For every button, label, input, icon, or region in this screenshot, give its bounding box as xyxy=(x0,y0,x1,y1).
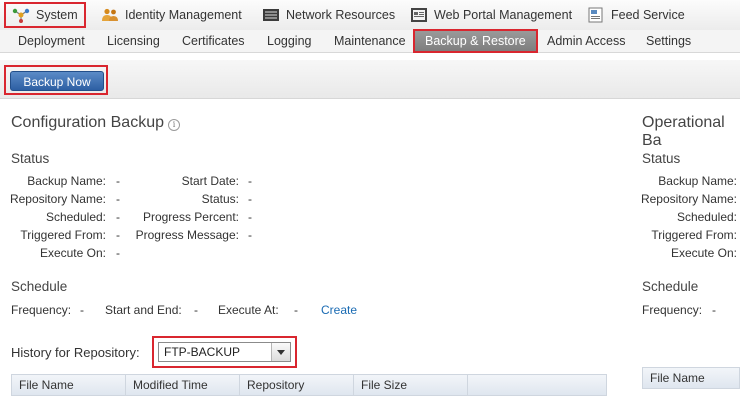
history-label: History for Repository: xyxy=(11,345,140,360)
repository-name-label: Repository Name: xyxy=(9,192,106,206)
col-file-name[interactable]: File Name xyxy=(12,375,126,395)
start-date-value: - xyxy=(248,174,252,188)
op-scheduled-label: Scheduled: xyxy=(676,210,737,224)
nav-label: Feed Service xyxy=(611,8,685,22)
nav-web-portal-management[interactable]: Web Portal Management xyxy=(410,4,572,26)
op-execute-on-label: Execute On: xyxy=(670,246,737,260)
system-icon xyxy=(12,7,30,23)
scheduled-value: - xyxy=(116,210,120,224)
nav-label: Identity Management xyxy=(125,8,242,22)
op-repository-name-label: Repository Name: xyxy=(640,192,737,206)
col-file-size[interactable]: File Size xyxy=(354,375,468,395)
nav-identity-management[interactable]: Identity Management xyxy=(101,4,242,26)
tab-deployment[interactable]: Deployment xyxy=(18,30,85,52)
operational-status-heading: Status xyxy=(642,151,681,166)
frequency-label: Frequency: xyxy=(11,303,72,317)
scheduled-label: Scheduled: xyxy=(45,210,106,224)
col-repository[interactable]: Repository xyxy=(240,375,354,395)
top-navigation: System Identity Management Network Resou… xyxy=(0,0,740,31)
tab-maintenance[interactable]: Maintenance xyxy=(334,30,406,52)
operational-schedule-heading: Schedule xyxy=(642,279,699,294)
backup-name-label: Backup Name: xyxy=(27,174,106,188)
nav-network-resources[interactable]: Network Resources xyxy=(262,4,395,26)
start-end-value: - xyxy=(194,303,198,317)
frequency-value: - xyxy=(80,303,84,317)
tab-certificates[interactable]: Certificates xyxy=(182,30,245,52)
status-heading: Status xyxy=(11,151,50,166)
triggered-from-value: - xyxy=(116,228,120,242)
feed-icon xyxy=(587,7,605,23)
execute-on-value: - xyxy=(116,246,120,260)
history-table-header: File Name Modified Time Repository File … xyxy=(11,374,607,396)
status-label: Status: xyxy=(201,192,239,206)
info-icon[interactable]: i xyxy=(168,119,180,131)
configuration-backup-title: Configuration Backup xyxy=(11,114,164,131)
tab-admin-access[interactable]: Admin Access xyxy=(547,30,626,52)
status-value: - xyxy=(248,192,252,206)
tab-backup-restore[interactable]: Backup & Restore xyxy=(413,29,538,53)
triggered-from-label: Triggered From: xyxy=(20,228,106,242)
col-modified-time[interactable]: Modified Time xyxy=(126,375,240,395)
progress-message-value: - xyxy=(248,228,252,242)
op-backup-name-label: Backup Name: xyxy=(658,174,737,188)
create-schedule-link[interactable]: Create xyxy=(321,303,357,317)
operational-backup-title: Operational Ba xyxy=(642,114,725,149)
tab-logging[interactable]: Logging xyxy=(267,30,312,52)
people-icon xyxy=(101,7,119,23)
op-frequency-value: - xyxy=(712,303,716,317)
backup-now-highlight: Backup Now xyxy=(4,65,108,95)
repository-select[interactable]: FTP-BACKUP xyxy=(158,342,291,362)
op-col-file-name[interactable]: File Name xyxy=(643,368,740,388)
start-date-label: Start Date: xyxy=(181,174,239,188)
nav-label: System xyxy=(36,8,78,22)
nav-label: Network Resources xyxy=(286,8,396,22)
repository-select-value: FTP-BACKUP xyxy=(164,345,241,359)
op-frequency-label: Frequency: xyxy=(642,303,703,317)
start-end-label: Start and End: xyxy=(105,303,182,317)
chevron-down-icon[interactable] xyxy=(271,343,290,361)
progress-message-label: Progress Message: xyxy=(135,228,239,242)
nav-feed-service[interactable]: Feed Service xyxy=(587,4,685,26)
progress-percent-value: - xyxy=(248,210,252,224)
tab-licensing[interactable]: Licensing xyxy=(107,30,160,52)
execute-at-label: Execute At: xyxy=(218,303,279,317)
op-triggered-from-label: Triggered From: xyxy=(651,228,737,242)
repository-name-value: - xyxy=(116,192,120,206)
tab-settings[interactable]: Settings xyxy=(646,30,691,52)
backup-now-button[interactable]: Backup Now xyxy=(10,71,104,91)
nav-system[interactable]: System xyxy=(4,2,86,28)
execute-at-value: - xyxy=(294,303,298,317)
action-toolbar: Backup Now xyxy=(0,60,740,99)
network-device-icon xyxy=(262,7,280,23)
op-history-table-header: File Name xyxy=(642,367,740,389)
portal-icon xyxy=(410,7,428,23)
sub-navigation: Deployment Licensing Certificates Loggin… xyxy=(0,29,740,53)
schedule-heading: Schedule xyxy=(11,279,68,294)
progress-percent-label: Progress Percent: xyxy=(142,210,239,224)
execute-on-label: Execute On: xyxy=(39,246,106,260)
nav-label: Web Portal Management xyxy=(434,8,573,22)
repository-select-highlight: FTP-BACKUP xyxy=(152,336,297,368)
backup-name-value: - xyxy=(116,174,120,188)
